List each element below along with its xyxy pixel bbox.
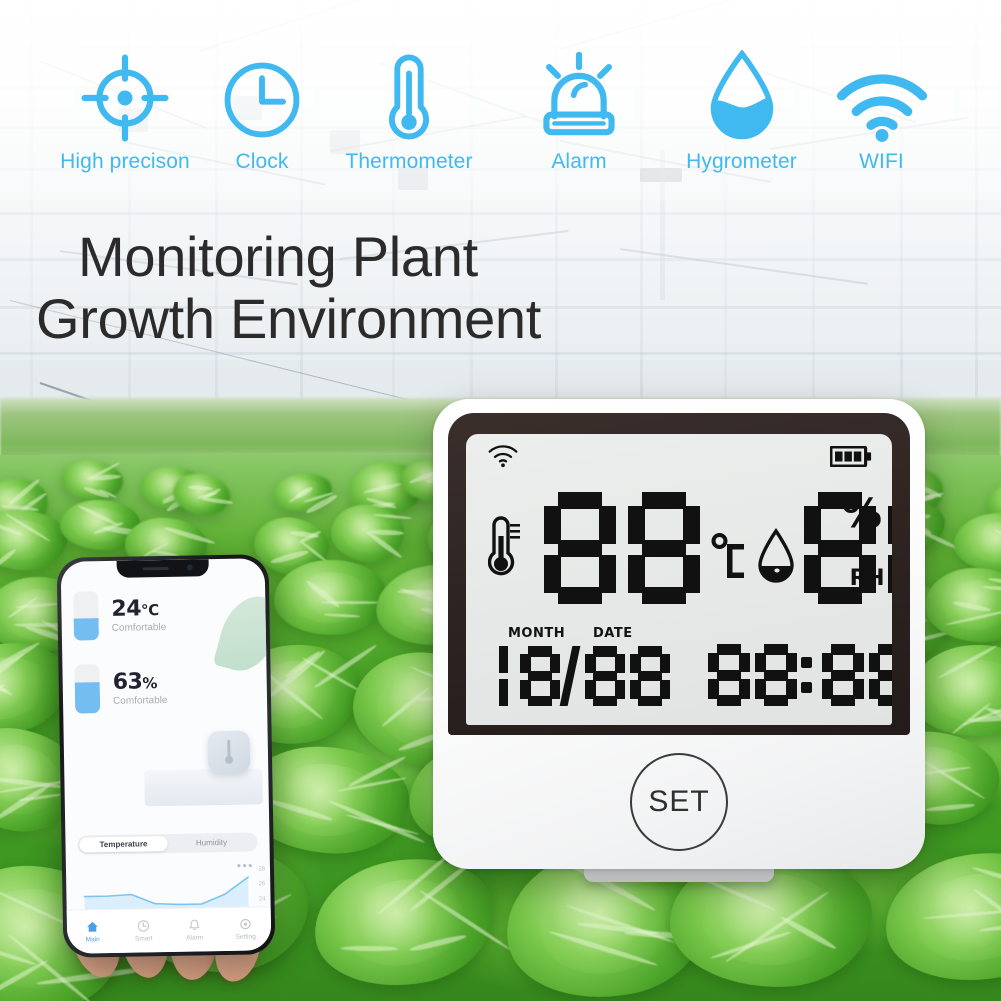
chart-y-tick: 28 (258, 866, 266, 873)
nav-label: Main (85, 936, 100, 944)
temperature-unit: ℃ (140, 601, 159, 620)
seven-segment-digit (888, 492, 892, 604)
time-colon (797, 644, 817, 706)
phone-screen: 24℃ Comfortable 63% Comfortable Temperat (60, 558, 272, 954)
temperature-readout: 24℃ Comfortable (111, 596, 166, 634)
tab-temperature[interactable]: Temperature (79, 835, 168, 853)
water-drop-icon (707, 50, 777, 142)
set-button-label: SET (648, 785, 710, 818)
lcd-date-time-row: MONTH DATE (466, 626, 892, 718)
temperature-metric: 24℃ Comfortable (73, 588, 254, 641)
home-icon (87, 921, 98, 932)
seven-segment-digit (520, 646, 560, 706)
headline-line-2: Growth Environment (36, 287, 542, 350)
nav-label: Smart (134, 935, 153, 943)
phone-notch (116, 559, 209, 578)
lcd-thermometer-icon (487, 514, 522, 585)
seven-segment-digit (630, 646, 670, 706)
tab-humidity[interactable]: Humidity (167, 834, 255, 851)
humidity-metric: 63% Comfortable (74, 661, 255, 714)
lcd-display: % RH MONTH DATE (466, 434, 892, 725)
earpiece-speaker (142, 566, 169, 571)
lcd-date-label: DATE (593, 626, 633, 641)
clock-icon (220, 50, 304, 142)
display-bezel: % RH MONTH DATE (448, 413, 910, 735)
temperature-gauge (73, 591, 99, 641)
seven-segment-digit (708, 644, 750, 706)
lcd-temperature-digits (544, 492, 700, 604)
humidity-gauge-fill (74, 682, 101, 714)
target-icon (81, 50, 169, 142)
seven-segment-digit (628, 492, 700, 604)
humidity-readout: 63% Comfortable (112, 669, 167, 707)
headline-line-1: Monitoring Plant (78, 225, 478, 288)
lcd-battery-icon (829, 445, 872, 472)
feature-wifi: WIFI (829, 50, 934, 174)
lcd-date-value (499, 646, 670, 706)
lcd-percent-symbol: % (841, 491, 882, 537)
seven-segment-digit (822, 644, 864, 706)
feature-label: Hygrometer (686, 150, 797, 173)
temperature-gauge-fill (73, 618, 99, 641)
temperature-status: Comfortable (111, 621, 167, 634)
nav-item-alarm[interactable]: Alarm (169, 918, 220, 942)
feature-label: High precison (60, 150, 190, 173)
nav-label: Alarm (186, 934, 204, 942)
chart-y-tick: 24 (258, 896, 266, 903)
decorative-sensor-thumbnail (207, 730, 251, 774)
thermometer-icon (379, 50, 439, 142)
feature-label: WIFI (859, 150, 904, 173)
page-title: Monitoring Plant Growth Environment (36, 225, 541, 350)
humidity-status: Comfortable (112, 694, 168, 707)
nav-label: Setting (235, 933, 256, 941)
seven-segment-digit (499, 646, 508, 706)
lcd-main-readout-row: % RH (466, 488, 892, 608)
date-separator (559, 646, 581, 706)
feature-label: Alarm (551, 150, 607, 173)
lcd-wifi-icon (488, 444, 518, 473)
lcd-time-value (708, 644, 892, 706)
set-button[interactable]: SET (630, 753, 728, 851)
temperature-humidity-sensor: % RH MONTH DATE SET (433, 399, 925, 882)
lcd-rh-label: RH (849, 566, 885, 591)
feature-alarm: Alarm (504, 50, 654, 174)
lcd-celsius-symbol (711, 532, 747, 595)
feature-clock: Clock (210, 50, 314, 174)
temperature-value: 24℃ (111, 596, 159, 622)
gear-icon (240, 918, 251, 930)
bottom-navigation-bar: Main Smart Alarm Setting (66, 906, 272, 954)
nav-item-smart[interactable]: Smart (118, 919, 169, 943)
seven-segment-digit (755, 644, 797, 706)
alarm-siren-icon (535, 50, 623, 142)
lcd-water-drop-icon (756, 528, 796, 591)
seven-segment-digit (544, 492, 616, 604)
feature-thermometer: Thermometer (314, 50, 504, 174)
smartphone-mockup: 24℃ Comfortable 63% Comfortable Temperat (56, 554, 276, 958)
humidity-gauge (74, 664, 101, 714)
lcd-month-label: MONTH (508, 626, 566, 641)
feature-icon-row: High precison Clock Thermometer Alarm Hy… (0, 26, 1001, 174)
nav-item-main[interactable]: Main (67, 920, 118, 944)
metric-tab-group: Temperature Humidity (77, 832, 258, 855)
feature-high-precison: High precison (40, 50, 210, 174)
feature-label: Clock (235, 150, 289, 173)
nav-item-setting[interactable]: Setting (220, 917, 271, 941)
clock-icon (137, 920, 150, 932)
front-camera (186, 564, 193, 571)
humidity-unit: % (142, 674, 158, 693)
seven-segment-digit (585, 646, 625, 706)
decorative-table (144, 768, 263, 807)
humidity-value: 63% (112, 669, 158, 695)
wifi-icon (836, 50, 928, 142)
bell-icon (189, 919, 200, 931)
seven-segment-digit (869, 644, 892, 706)
feature-hygrometer: Hygrometer (654, 50, 829, 174)
feature-label: Thermometer (345, 150, 473, 173)
leaf-vein (340, 945, 398, 951)
chart-y-tick: 26 (258, 881, 266, 888)
